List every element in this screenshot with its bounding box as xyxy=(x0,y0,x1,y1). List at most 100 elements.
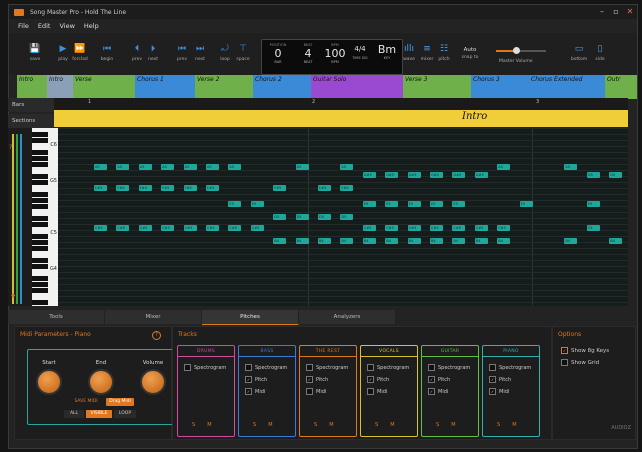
midi-note[interactable]: F#5 xyxy=(206,185,219,191)
midi-note[interactable]: E5 xyxy=(430,201,443,207)
midi-note[interactable]: C5 xyxy=(586,225,600,231)
solo-button[interactable]: S xyxy=(192,422,195,428)
midi-note[interactable]: G5 xyxy=(586,172,600,178)
mode-loop-button[interactable]: LOOP xyxy=(114,410,136,418)
midi-note[interactable]: A5 xyxy=(206,164,219,170)
midi-note[interactable]: B4 xyxy=(452,238,466,244)
midi-note[interactable]: F#5 xyxy=(138,185,152,191)
midi-note[interactable]: A5 xyxy=(497,164,511,170)
piano-keyboard[interactable]: C6 G5 C5 G4 xyxy=(32,128,58,306)
midi-note[interactable]: F#5 xyxy=(94,185,107,191)
black-key[interactable] xyxy=(32,276,48,281)
begin-button[interactable]: ⏮ begin xyxy=(97,43,117,69)
black-key[interactable] xyxy=(32,150,48,155)
midi-note[interactable]: C#5 xyxy=(497,225,511,231)
midi-checkbox[interactable]: ✓ Midi xyxy=(245,388,265,395)
help-icon[interactable]: ? xyxy=(152,331,161,340)
mode-visible-button[interactable]: VISIBLE xyxy=(86,410,112,418)
menu-file[interactable]: File xyxy=(18,22,29,30)
midi-note[interactable]: B4 xyxy=(295,238,309,244)
black-key[interactable] xyxy=(32,174,48,179)
midi-note[interactable]: E5 xyxy=(407,201,421,207)
black-key[interactable] xyxy=(32,162,48,167)
midi-note[interactable]: A5 xyxy=(564,164,578,170)
mute-button[interactable]: M xyxy=(512,422,516,428)
black-key[interactable] xyxy=(32,180,48,185)
midi-note[interactable]: G5 xyxy=(609,172,623,178)
piano-roll-grid[interactable]: A5 A5 A5 A5 A5 A5 A5 A5 A5 A5 A5 G#5 G#5 G#5 G#5 G#5 G#5… xyxy=(58,128,628,306)
tab-pitches[interactable]: Pitches xyxy=(202,310,299,325)
snap-to-dropdown[interactable]: Auto snap to xyxy=(455,45,485,71)
midi-note[interactable]: B4 xyxy=(430,238,443,244)
mute-button[interactable]: M xyxy=(451,422,455,428)
pitch-checkbox[interactable]: ✓ Pitch xyxy=(428,376,450,383)
midi-note[interactable]: A5 xyxy=(116,164,130,170)
mode-all-button[interactable]: ALL xyxy=(64,410,84,418)
solo-button[interactable]: S xyxy=(497,422,500,428)
spectrogram-checkbox[interactable]: Spectrogram xyxy=(428,364,470,371)
midi-note[interactable]: G#5 xyxy=(362,172,376,178)
arrangement-section[interactable]: Chorus 1 xyxy=(135,75,195,99)
midi-note[interactable]: A5 xyxy=(183,164,197,170)
forclad-button[interactable]: ⏩ forclad xyxy=(70,43,90,69)
midi-note[interactable]: F#5 xyxy=(318,185,331,191)
arrangement-section[interactable]: Verse 3 xyxy=(403,75,471,99)
midi-note[interactable]: B4 xyxy=(407,238,421,244)
mute-button[interactable]: M xyxy=(390,422,394,428)
spectrogram-checkbox[interactable]: Spectrogram xyxy=(489,364,531,371)
sections-track[interactable]: Intro xyxy=(54,110,628,127)
midi-note[interactable]: C#5 xyxy=(474,225,488,231)
black-key[interactable] xyxy=(32,216,48,221)
loop-button[interactable]: ⤾ loop xyxy=(215,43,235,69)
midi-note[interactable]: C#5 xyxy=(183,225,197,231)
midi-note[interactable]: D5 xyxy=(273,214,287,220)
spectrogram-checkbox[interactable]: Spectrogram xyxy=(306,364,348,371)
pitch-checkbox[interactable]: ✓ Pitch xyxy=(367,376,389,383)
arrangement-section[interactable]: Chorus 2 xyxy=(253,75,311,99)
mic-icon[interactable]: ♦ xyxy=(10,292,16,300)
midi-note[interactable]: B4 xyxy=(318,238,331,244)
midi-note[interactable]: F#5 xyxy=(161,185,175,191)
midi-note[interactable]: D5 xyxy=(318,214,331,220)
show-8g-keys-checkbox[interactable]: ✓ Show 8g Keys xyxy=(561,347,609,354)
maximize-button[interactable]: ▫ xyxy=(609,5,623,19)
close-button[interactable]: ✕ xyxy=(623,5,637,19)
tab-mixer[interactable]: Mixer xyxy=(105,310,202,324)
midi-note[interactable]: C#5 xyxy=(250,225,264,231)
solo-button[interactable]: S xyxy=(253,422,256,428)
start-knob[interactable]: Start xyxy=(32,360,66,395)
black-key[interactable] xyxy=(32,288,48,293)
midi-note[interactable]: D5 xyxy=(295,214,309,220)
midi-note[interactable]: C#5 xyxy=(228,225,242,231)
bpm-readout[interactable]: BPM 100 BPM xyxy=(324,43,346,64)
midi-checkbox[interactable]: ✓ Midi xyxy=(489,388,509,395)
pitch-checkbox[interactable]: ✓ Pitch xyxy=(306,376,328,383)
mute-button[interactable]: M xyxy=(268,422,272,428)
tab-tools[interactable]: Tools xyxy=(8,310,105,324)
midi-note[interactable]: E5 xyxy=(362,201,376,207)
midi-note[interactable]: B4 xyxy=(385,238,399,244)
show-grid-checkbox[interactable]: Show Grid xyxy=(561,359,599,366)
drag-midi-button[interactable]: Drag Midi xyxy=(106,398,134,406)
midi-note[interactable]: B4 xyxy=(474,238,488,244)
midi-note[interactable]: F#5 xyxy=(273,185,287,191)
pitch-button[interactable]: ☷ pitch xyxy=(434,43,454,69)
master-volume-knob[interactable] xyxy=(513,47,520,54)
midi-note[interactable]: C#5 xyxy=(362,225,376,231)
midi-note[interactable]: E5 xyxy=(385,201,399,207)
save-button[interactable]: 💾 save xyxy=(25,43,45,69)
midi-note[interactable]: G#5 xyxy=(430,172,443,178)
black-key[interactable] xyxy=(32,156,48,161)
midi-note[interactable]: C#5 xyxy=(430,225,443,231)
bottom-button[interactable]: ▭ bottom xyxy=(569,43,589,69)
midi-checkbox[interactable]: Midi xyxy=(306,388,326,395)
save-midi-button[interactable]: SAVE MIDI xyxy=(68,398,104,406)
midi-note[interactable]: C#5 xyxy=(138,225,152,231)
menu-view[interactable]: View xyxy=(59,22,74,30)
midi-note[interactable]: G#5 xyxy=(452,172,466,178)
key-readout[interactable]: Bm KEY xyxy=(376,43,398,60)
arrangement-section[interactable]: Chorus Extended xyxy=(529,75,605,99)
midi-note[interactable]: B4 xyxy=(564,238,578,244)
midi-note[interactable]: G#5 xyxy=(474,172,488,178)
midi-checkbox[interactable]: ✓ Midi xyxy=(428,388,448,395)
